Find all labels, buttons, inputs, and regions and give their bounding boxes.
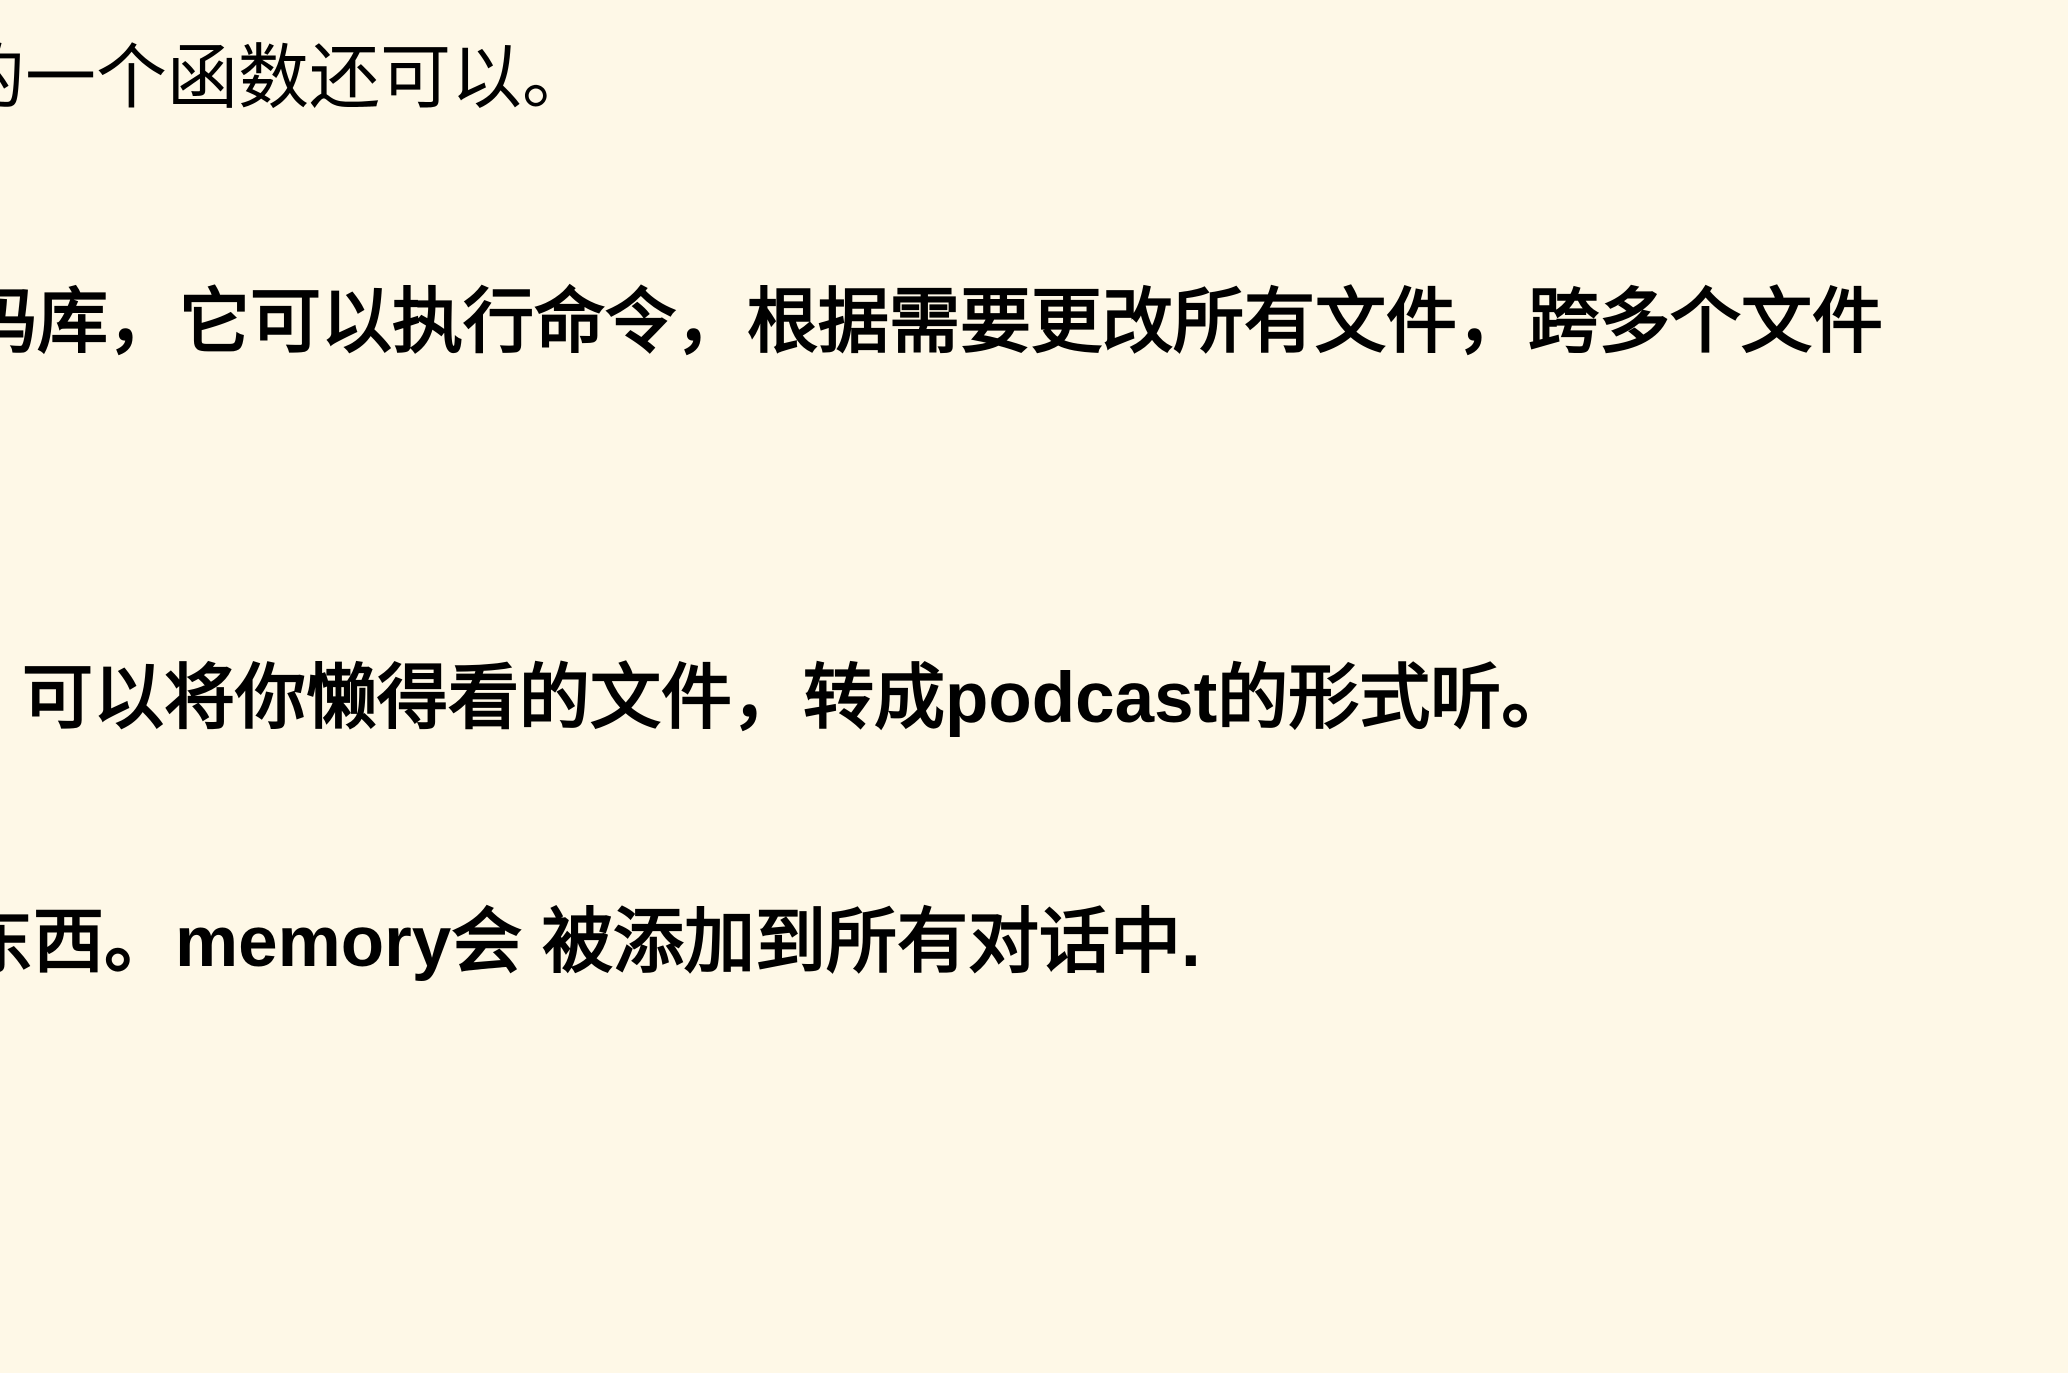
text-line-memory: 东西。memory会 被添加到所有对话中. (0, 903, 1201, 982)
text-line-codebase: 码库，它可以执行命令，根据需要更改所有文件，跨多个文件 (0, 283, 1884, 362)
text-line-function: 的一个函数还可以。 (0, 39, 594, 118)
text-line-podcast: 可以将你懒得看的文件，转成podcast的形式听。 (22, 659, 1573, 738)
